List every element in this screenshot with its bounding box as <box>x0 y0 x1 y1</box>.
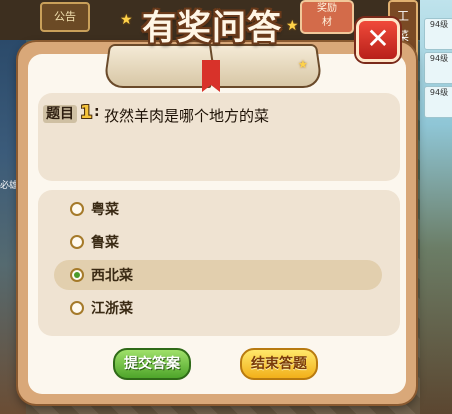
left-player-name: 必雄 <box>0 181 19 191</box>
options-panel: 粤菜 鲁菜 西北菜 江浙菜 <box>38 190 400 336</box>
right-card[interactable]: 94级 <box>424 86 452 118</box>
notice-button[interactable]: 公告 <box>40 2 90 32</box>
question-label: 题目 <box>43 105 77 123</box>
right-card[interactable]: 94级 <box>424 18 452 50</box>
radio-button-selected[interactable] <box>70 268 84 282</box>
end-quiz-button[interactable]: 结束答题 <box>240 348 318 380</box>
close-button[interactable]: ✕ <box>356 18 400 62</box>
option-label: 西北菜 <box>91 268 133 284</box>
submit-answer-button[interactable]: 提交答案 <box>113 348 191 380</box>
star-icon: ★ <box>298 58 308 71</box>
dialog-title: 有奖问答 <box>142 8 282 48</box>
option-item-selected[interactable]: 西北菜 <box>54 260 382 290</box>
question-colon: : <box>94 104 100 120</box>
radio-button[interactable] <box>70 301 84 315</box>
right-card[interactable]: 94级 <box>424 52 452 84</box>
title-banner: ★ ★ ★ 有奖问答 <box>98 0 326 92</box>
radio-button[interactable] <box>70 235 84 249</box>
option-item[interactable]: 粤菜 <box>54 194 382 224</box>
question-text: 孜然羊肉是哪个地方的菜 <box>104 107 270 125</box>
option-label: 粤菜 <box>91 202 119 218</box>
question-panel: 题目 1 : 孜然羊肉是哪个地方的菜 <box>38 93 400 181</box>
option-item[interactable]: 鲁菜 <box>54 227 382 257</box>
radio-button[interactable] <box>70 202 84 216</box>
option-item[interactable]: 江浙菜 <box>54 293 382 323</box>
question-number: 1 <box>80 102 93 123</box>
option-label: 江浙菜 <box>91 301 133 317</box>
book-left-page-icon <box>102 44 218 88</box>
option-label: 鲁菜 <box>91 235 119 251</box>
bookmark-ribbon-icon <box>202 60 220 92</box>
